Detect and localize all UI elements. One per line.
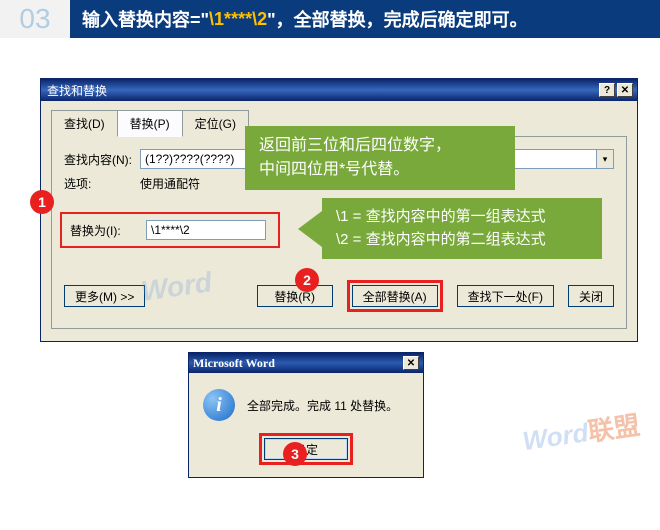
options-value: 使用通配符 bbox=[140, 175, 200, 192]
replace-label: 替换为(I): bbox=[70, 222, 146, 239]
msg-titlebar: Microsoft Word ✕ bbox=[189, 353, 423, 373]
find-dropdown-icon[interactable] bbox=[597, 149, 614, 169]
tab-goto[interactable]: 定位(G) bbox=[182, 110, 249, 137]
close-button[interactable]: 关闭 bbox=[568, 285, 614, 307]
step-instruction: 输入替换内容="\1****\2"，全部替换，完成后确定即可。 bbox=[70, 0, 660, 38]
replace-all-button[interactable]: 全部替换(A) bbox=[352, 285, 438, 307]
more-button[interactable]: 更多(M) >> bbox=[64, 285, 145, 307]
titlebar: 查找和替换 ? ✕ bbox=[41, 79, 637, 101]
find-next-button[interactable]: 查找下一处(F) bbox=[457, 285, 554, 307]
step-number: 03 bbox=[0, 0, 70, 38]
replace-all-highlight: 全部替换(A) bbox=[347, 280, 443, 312]
step-marker-3: 3 bbox=[283, 442, 307, 466]
callout-explain-result: 返回前三位和后四位数字， 中间四位用*号代替。 bbox=[245, 126, 515, 190]
replace-input[interactable] bbox=[146, 220, 266, 240]
confirmation-dialog: Microsoft Word ✕ i 全部完成。完成 11 处替换。 确定 bbox=[188, 352, 424, 478]
replace-highlight-box: 替换为(I): bbox=[60, 212, 280, 248]
step-marker-1: 1 bbox=[30, 190, 54, 214]
watermark-logo: Word联盟 bbox=[520, 405, 642, 458]
tab-replace[interactable]: 替换(P) bbox=[117, 110, 183, 137]
options-label: 选项: bbox=[64, 175, 140, 192]
msg-title: Microsoft Word bbox=[193, 356, 401, 371]
close-icon[interactable]: ✕ bbox=[617, 83, 633, 97]
find-label: 查找内容(N): bbox=[64, 151, 140, 168]
step-marker-2: 2 bbox=[295, 268, 319, 292]
msg-body: i 全部完成。完成 11 处替换。 确定 bbox=[189, 373, 423, 477]
button-row: 更多(M) >> 替换(R) 全部替换(A) 查找下一处(F) 关闭 bbox=[64, 276, 614, 314]
callout-explain-groups: \1 = 查找内容中的第一组表达式 \2 = 查找内容中的第二组表达式 bbox=[322, 198, 602, 259]
msg-text: 全部完成。完成 11 处替换。 bbox=[247, 397, 398, 414]
dialog-title: 查找和替换 bbox=[45, 82, 597, 99]
help-icon[interactable]: ? bbox=[599, 83, 615, 97]
callout-arrow-icon bbox=[298, 211, 322, 247]
replace-button[interactable]: 替换(R) bbox=[257, 285, 333, 307]
step-header: 03 输入替换内容="\1****\2"，全部替换，完成后确定即可。 bbox=[0, 0, 660, 38]
info-icon: i bbox=[203, 389, 235, 421]
tab-find[interactable]: 查找(D) bbox=[51, 110, 118, 137]
msg-close-icon[interactable]: ✕ bbox=[403, 356, 419, 370]
